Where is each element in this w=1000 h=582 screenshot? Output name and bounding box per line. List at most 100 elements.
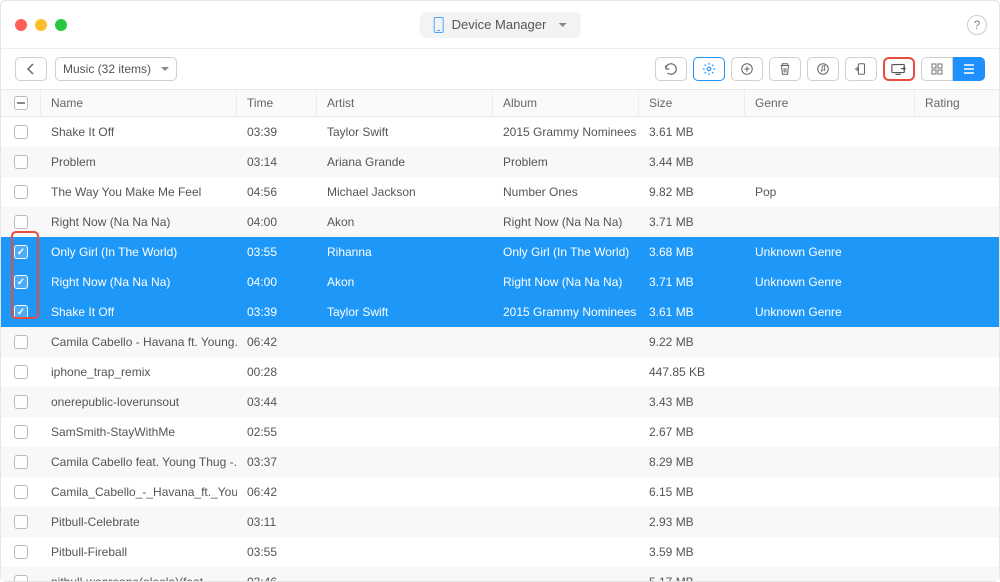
row-checkbox[interactable] — [14, 455, 28, 469]
table-row[interactable]: Shake It Off03:39Taylor Swift2015 Grammy… — [1, 117, 999, 147]
cell-name: Camila Cabello feat. Young Thug -... — [41, 455, 237, 469]
cell-time: 04:00 — [237, 215, 317, 229]
delete-button[interactable] — [769, 57, 801, 81]
cell-name: iphone_trap_remix — [41, 365, 237, 379]
column-header-album[interactable]: Album — [493, 90, 639, 116]
row-checkbox-cell[interactable] — [1, 545, 41, 559]
row-checkbox-cell[interactable] — [1, 185, 41, 199]
row-checkbox[interactable] — [14, 155, 28, 169]
table-row[interactable]: Only Girl (In The World)03:55RihannaOnly… — [1, 237, 999, 267]
row-checkbox-cell[interactable] — [1, 395, 41, 409]
row-checkbox-cell[interactable] — [1, 485, 41, 499]
cell-album: Problem — [493, 155, 639, 169]
window-minimize-button[interactable] — [35, 19, 47, 31]
grid-view-button[interactable] — [921, 57, 953, 81]
cell-name: Problem — [41, 155, 237, 169]
column-header-time[interactable]: Time — [237, 90, 317, 116]
row-checkbox[interactable] — [14, 575, 28, 581]
help-button[interactable]: ? — [967, 15, 987, 35]
cell-time: 03:55 — [237, 245, 317, 259]
cell-time: 04:56 — [237, 185, 317, 199]
window-maximize-button[interactable] — [55, 19, 67, 31]
table-row[interactable]: Camila Cabello - Havana ft. Young...06:4… — [1, 327, 999, 357]
chevron-down-icon — [161, 67, 169, 71]
row-checkbox-cell[interactable] — [1, 215, 41, 229]
row-checkbox[interactable] — [14, 125, 28, 139]
back-button[interactable] — [15, 57, 47, 81]
table-row[interactable]: Camila_Cabello_-_Havana_ft._You...06:426… — [1, 477, 999, 507]
cell-time: 03:44 — [237, 395, 317, 409]
cell-size: 8.29 MB — [639, 455, 745, 469]
row-checkbox[interactable] — [14, 515, 28, 529]
cell-artist: Michael Jackson — [317, 185, 493, 199]
cell-name: SamSmith-StayWithMe — [41, 425, 237, 439]
row-checkbox[interactable] — [14, 545, 28, 559]
cell-time: 00:28 — [237, 365, 317, 379]
column-header-artist[interactable]: Artist — [317, 90, 493, 116]
cell-artist: Akon — [317, 215, 493, 229]
row-checkbox[interactable] — [14, 245, 28, 259]
list-view-button[interactable] — [953, 57, 985, 81]
table-row[interactable]: SamSmith-StayWithMe02:552.67 MB — [1, 417, 999, 447]
cell-genre: Unknown Genre — [745, 275, 915, 289]
row-checkbox-cell[interactable] — [1, 125, 41, 139]
cell-time: 03:39 — [237, 125, 317, 139]
row-checkbox-cell[interactable] — [1, 155, 41, 169]
trash-icon — [778, 62, 792, 76]
row-checkbox-cell[interactable] — [1, 515, 41, 529]
table-row[interactable]: Shake It Off03:39Taylor Swift2015 Grammy… — [1, 297, 999, 327]
table-row[interactable]: pitbull-weareone(oleola)(feat03:465.17 M… — [1, 567, 999, 581]
row-checkbox[interactable] — [14, 365, 28, 379]
row-checkbox-cell[interactable] — [1, 365, 41, 379]
column-header-name[interactable]: Name — [41, 90, 237, 116]
cell-album: Right Now (Na Na Na) — [493, 215, 639, 229]
row-checkbox[interactable] — [14, 185, 28, 199]
table-row[interactable]: Camila Cabello feat. Young Thug -...03:3… — [1, 447, 999, 477]
to-itunes-button[interactable] — [807, 57, 839, 81]
row-checkbox[interactable] — [14, 335, 28, 349]
column-header-genre[interactable]: Genre — [745, 90, 915, 116]
row-checkbox-cell[interactable] — [1, 245, 41, 259]
title-label: Device Manager — [452, 17, 547, 32]
table-row[interactable]: iphone_trap_remix00:28447.85 KB — [1, 357, 999, 387]
refresh-button[interactable] — [655, 57, 687, 81]
table-row[interactable]: onerepublic-loverunsout03:443.43 MB — [1, 387, 999, 417]
cell-artist: Ariana Grande — [317, 155, 493, 169]
table-body[interactable]: Shake It Off03:39Taylor Swift2015 Grammy… — [1, 117, 999, 581]
row-checkbox[interactable] — [14, 485, 28, 499]
table-row[interactable]: Problem03:14Ariana GrandeProblem3.44 MB — [1, 147, 999, 177]
row-checkbox-cell[interactable] — [1, 455, 41, 469]
row-checkbox-cell[interactable] — [1, 335, 41, 349]
cell-size: 3.59 MB — [639, 545, 745, 559]
table-row[interactable]: Right Now (Na Na Na)04:00AkonRight Now (… — [1, 207, 999, 237]
cell-album: 2015 Grammy Nominees — [493, 305, 639, 319]
chevron-down-icon — [558, 23, 566, 27]
window-close-button[interactable] — [15, 19, 27, 31]
row-checkbox[interactable] — [14, 425, 28, 439]
to-device-button[interactable] — [845, 57, 877, 81]
cell-size: 9.82 MB — [639, 185, 745, 199]
add-button[interactable] — [731, 57, 763, 81]
row-checkbox[interactable] — [14, 275, 28, 289]
category-dropdown[interactable]: Music (32 items) — [55, 57, 177, 81]
row-checkbox[interactable] — [14, 395, 28, 409]
table-row[interactable]: Pitbull-Celebrate03:112.93 MB — [1, 507, 999, 537]
row-checkbox-cell[interactable] — [1, 275, 41, 289]
device-manager-dropdown[interactable]: Device Manager — [420, 12, 581, 38]
row-checkbox[interactable] — [14, 305, 28, 319]
cell-size: 3.61 MB — [639, 125, 745, 139]
table-row[interactable]: Right Now (Na Na Na)04:00AkonRight Now (… — [1, 267, 999, 297]
table-row[interactable]: Pitbull-Fireball03:553.59 MB — [1, 537, 999, 567]
table-row[interactable]: The Way You Make Me Feel04:56Michael Jac… — [1, 177, 999, 207]
row-checkbox-cell[interactable] — [1, 425, 41, 439]
column-header-rating[interactable]: Rating — [915, 90, 999, 116]
column-header-size[interactable]: Size — [639, 90, 745, 116]
cell-name: Only Girl (In The World) — [41, 245, 237, 259]
grid-icon — [931, 63, 943, 75]
select-all-checkbox[interactable] — [1, 90, 41, 116]
row-checkbox-cell[interactable] — [1, 575, 41, 581]
export-button[interactable] — [883, 57, 915, 81]
row-checkbox-cell[interactable] — [1, 305, 41, 319]
row-checkbox[interactable] — [14, 215, 28, 229]
settings-button[interactable] — [693, 57, 725, 81]
